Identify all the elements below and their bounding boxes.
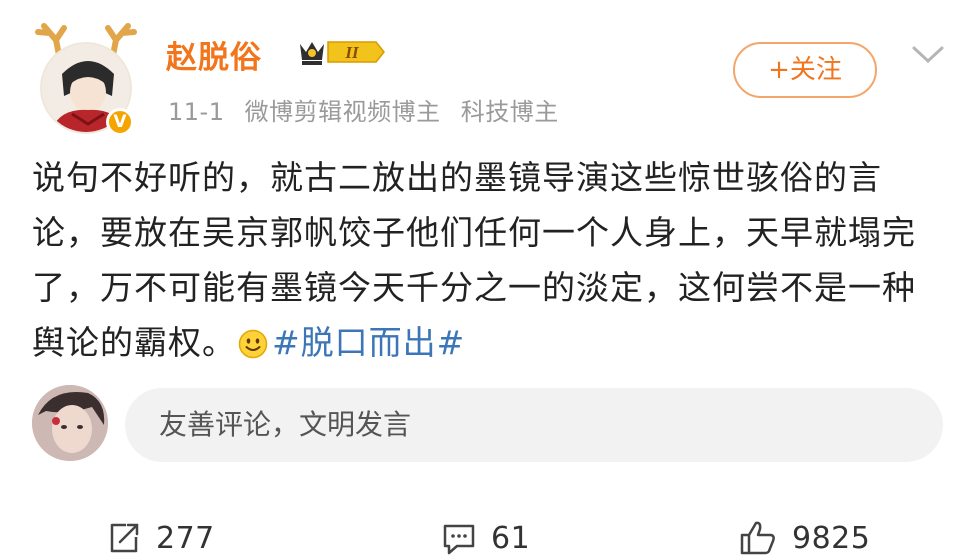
smile-emoji-icon <box>238 329 268 359</box>
post-meta: 11-1 微博剪辑视频博主 科技博主 <box>168 92 571 127</box>
post-text: 说句不好听的，就古二放出的墨镜导演这些惊世骇俗的言论，要放在吴京郭帆饺子他们任何… <box>32 158 916 362</box>
author-tag: 科技博主 <box>460 98 559 126</box>
hashtag-link[interactable]: #脱口而出# <box>272 323 465 362</box>
like-count: 9825 <box>792 520 871 556</box>
repost-button[interactable]: 277 <box>106 516 215 560</box>
comment-icon <box>443 524 475 555</box>
vip-level-label: II <box>344 43 360 62</box>
comment-input[interactable]: 友善评论，文明发言 <box>125 388 943 462</box>
follow-button[interactable]: +关注 <box>733 42 877 98</box>
repost-count: 277 <box>156 520 215 556</box>
chevron-down-icon[interactable] <box>910 42 946 66</box>
post-body: 说句不好听的，就古二放出的墨镜导演这些惊世骇俗的言论，要放在吴京郭帆饺子他们任何… <box>32 150 932 370</box>
repost-icon <box>110 523 139 553</box>
verified-badge-icon: V <box>106 108 134 136</box>
post-date: 11-1 <box>168 98 225 126</box>
current-user-avatar[interactable] <box>32 385 108 461</box>
comment-button[interactable]: 61 <box>441 516 530 560</box>
user-avatar-illustration <box>32 385 108 461</box>
comment-count: 61 <box>491 520 531 556</box>
author-name[interactable]: 赵脱俗 <box>166 32 262 77</box>
vip-crown-badge-icon: II <box>300 41 385 65</box>
like-button[interactable]: 9825 <box>738 516 870 560</box>
thumbs-up-icon <box>740 521 775 555</box>
author-tag: 微博剪辑视频博主 <box>244 98 441 126</box>
author-avatar-group[interactable]: V <box>30 18 142 136</box>
